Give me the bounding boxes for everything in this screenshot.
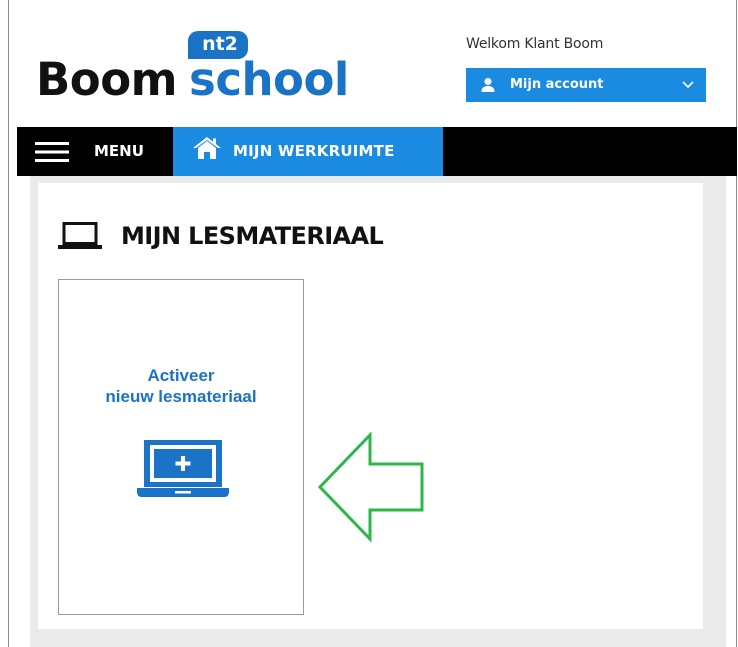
laptop-icon xyxy=(58,222,102,249)
activate-material-card[interactable]: Activeer nieuw lesmateriaal xyxy=(58,279,304,615)
my-account-button[interactable]: Mijn account xyxy=(466,68,706,102)
tab-my-workspace[interactable]: MIJN WERKRUIMTE xyxy=(173,127,443,176)
menu-label: MENU xyxy=(94,142,144,160)
menu-button[interactable]: MENU xyxy=(17,127,173,176)
my-account-label: Mijn account xyxy=(510,77,604,92)
user-icon xyxy=(481,78,495,92)
boom-school-logo[interactable]: nt2 Boom school xyxy=(36,28,386,118)
home-icon xyxy=(193,137,221,159)
welcome-text: Welkom Klant Boom xyxy=(466,36,604,52)
main-navbar: MENU MIJN WERKRUIMTE xyxy=(17,127,737,176)
workspace-label: MIJN WERKRUIMTE xyxy=(233,142,395,160)
logo-wordmark: Boom school xyxy=(36,50,349,110)
green-arrow-annotation xyxy=(318,432,424,542)
window-border-left xyxy=(8,0,9,647)
chevron-down-icon xyxy=(682,81,694,89)
section-title: MIJN LESMATERIAAL xyxy=(121,222,384,250)
laptop-plus-icon xyxy=(137,440,229,497)
logo-school-text: school xyxy=(189,53,349,106)
window-border-right xyxy=(736,0,737,647)
logo-boom-text: Boom xyxy=(36,53,178,106)
hamburger-icon xyxy=(35,142,69,162)
activate-title-line1: Activeer xyxy=(147,366,215,385)
activate-title-line2: nieuw lesmateriaal xyxy=(105,387,257,406)
